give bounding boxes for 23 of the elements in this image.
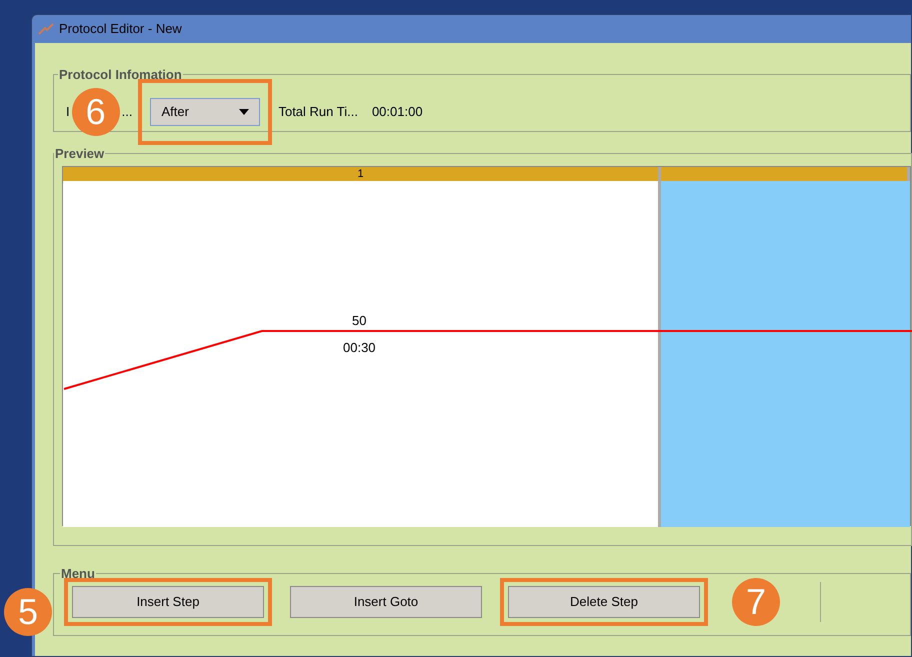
group-legend: Protocol Infomation — [58, 65, 183, 84]
callout-number: 5 — [4, 588, 52, 636]
group-legend: Menu — [60, 564, 96, 584]
time-label: 00:30 — [343, 338, 376, 356]
callout-number: 6 — [72, 88, 120, 136]
step-header[interactable] — [661, 166, 910, 180]
step-header[interactable]: 1 — [63, 166, 661, 180]
total-run-value: 00:01:00 — [372, 102, 423, 121]
menu-button[interactable]: Insert Goto — [290, 586, 482, 618]
total-run-label: Total Run Ti... — [278, 102, 358, 121]
mode-dropdown[interactable]: After — [150, 98, 260, 126]
window-title: Protocol Editor - New — [59, 20, 182, 38]
menu-button[interactable]: Insert Step — [72, 586, 264, 618]
app-icon — [37, 22, 55, 36]
menu-button[interactable]: Delete Step — [508, 586, 700, 618]
caret-icon — [239, 108, 250, 114]
step-area[interactable]: 50 00:30 — [63, 180, 661, 526]
group-legend: Preview — [54, 144, 106, 164]
field-label: I — [66, 102, 70, 121]
field-label: ... — [122, 102, 132, 121]
step-area[interactable] — [661, 180, 910, 526]
temperature-label: 50 — [352, 312, 366, 330]
callout-number: 7 — [732, 578, 780, 626]
